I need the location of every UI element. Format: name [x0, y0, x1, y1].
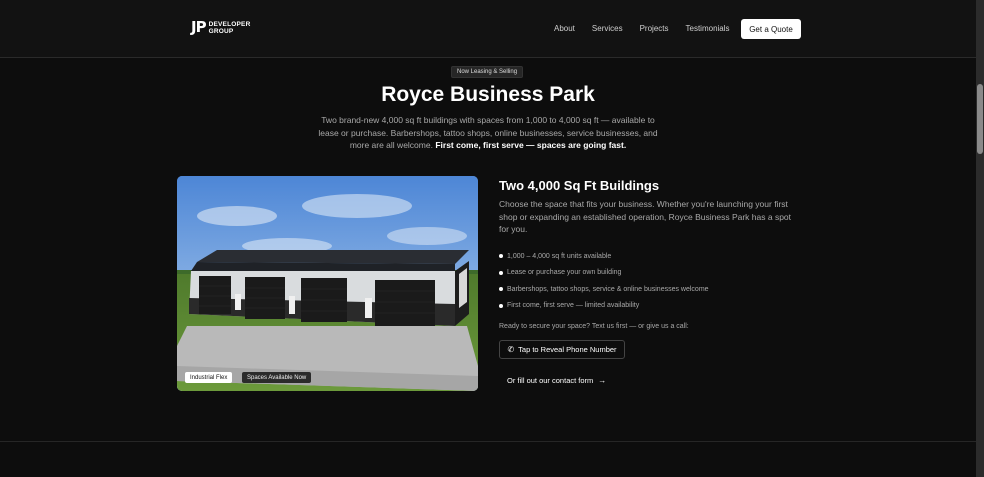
main-nav: About Services Projects Testimonials	[554, 24, 747, 33]
nav-projects[interactable]: Projects	[640, 24, 669, 33]
building-image	[177, 176, 478, 391]
reveal-phone-label: Tap to Reveal Phone Number	[518, 345, 617, 354]
scrollbar-track[interactable]	[976, 0, 984, 477]
status-badge: Now Leasing & Selling	[451, 66, 524, 78]
arrow-right-icon: →	[598, 376, 607, 385]
section-text: Choose the space that fits your business…	[499, 199, 792, 234]
phone-icon: ✆	[507, 345, 515, 354]
nav-services[interactable]: Services	[592, 24, 623, 33]
bullet-icon	[499, 287, 503, 292]
contact-prompt: Ready to secure your space? Text us firs…	[499, 323, 689, 330]
site-header: JP DEVELOPER GROUP About Services Projec…	[0, 0, 976, 58]
page-title: Royce Business Park	[381, 83, 595, 106]
list-item-text: 1,000 – 4,000 sq ft units available	[507, 252, 612, 260]
nav-about[interactable]: About	[554, 24, 575, 33]
list-item-text: Barbershops, tattoo shops, service & onl…	[507, 285, 709, 293]
feature-list: 1,000 – 4,000 sq ft units available Leas…	[499, 248, 709, 314]
list-item: 1,000 – 4,000 sq ft units available	[499, 248, 709, 265]
bullet-icon	[499, 270, 503, 275]
get-quote-button[interactable]: Get a Quote	[741, 19, 801, 39]
tag-industrial-flex: Industrial Flex	[185, 372, 233, 383]
bullet-icon	[499, 303, 503, 308]
contact-form-label: Or fill out our contact form	[507, 376, 594, 385]
section-heading: Two 4,000 Sq Ft Buildings	[499, 178, 660, 193]
contact-form-link[interactable]: Or fill out our contact form →	[507, 376, 606, 385]
logo-line2: GROUP	[208, 27, 234, 35]
building-image-card: Industrial Flex Spaces Available Now	[177, 176, 478, 391]
scrollbar-thumb[interactable]	[977, 84, 983, 154]
section-divider	[0, 441, 976, 442]
logo-text: DEVELOPER GROUP	[209, 21, 251, 35]
reveal-phone-button[interactable]: ✆ Tap to Reveal Phone Number	[499, 340, 625, 359]
list-item: Barbershops, tattoo shops, service & onl…	[499, 281, 709, 298]
list-item: First come, first serve — limited availa…	[499, 298, 709, 315]
logo[interactable]: JP DEVELOPER GROUP	[191, 20, 250, 35]
nav-testimonials[interactable]: Testimonials	[686, 24, 730, 33]
bullet-icon	[499, 254, 503, 259]
logo-line1: DEVELOPER	[208, 20, 251, 28]
hero-description-bold: First come, first serve — spaces are goi…	[435, 140, 627, 150]
logo-mark: JP	[191, 18, 207, 36]
tag-spaces-available: Spaces Available Now	[242, 372, 312, 383]
list-item: Lease or purchase your own building	[499, 265, 709, 282]
hero-description: Two brand-new 4,000 sq ft buildings with…	[318, 114, 658, 152]
list-item-text: Lease or purchase your own building	[507, 269, 622, 277]
list-item-text: First come, first serve — limited availa…	[507, 302, 640, 310]
